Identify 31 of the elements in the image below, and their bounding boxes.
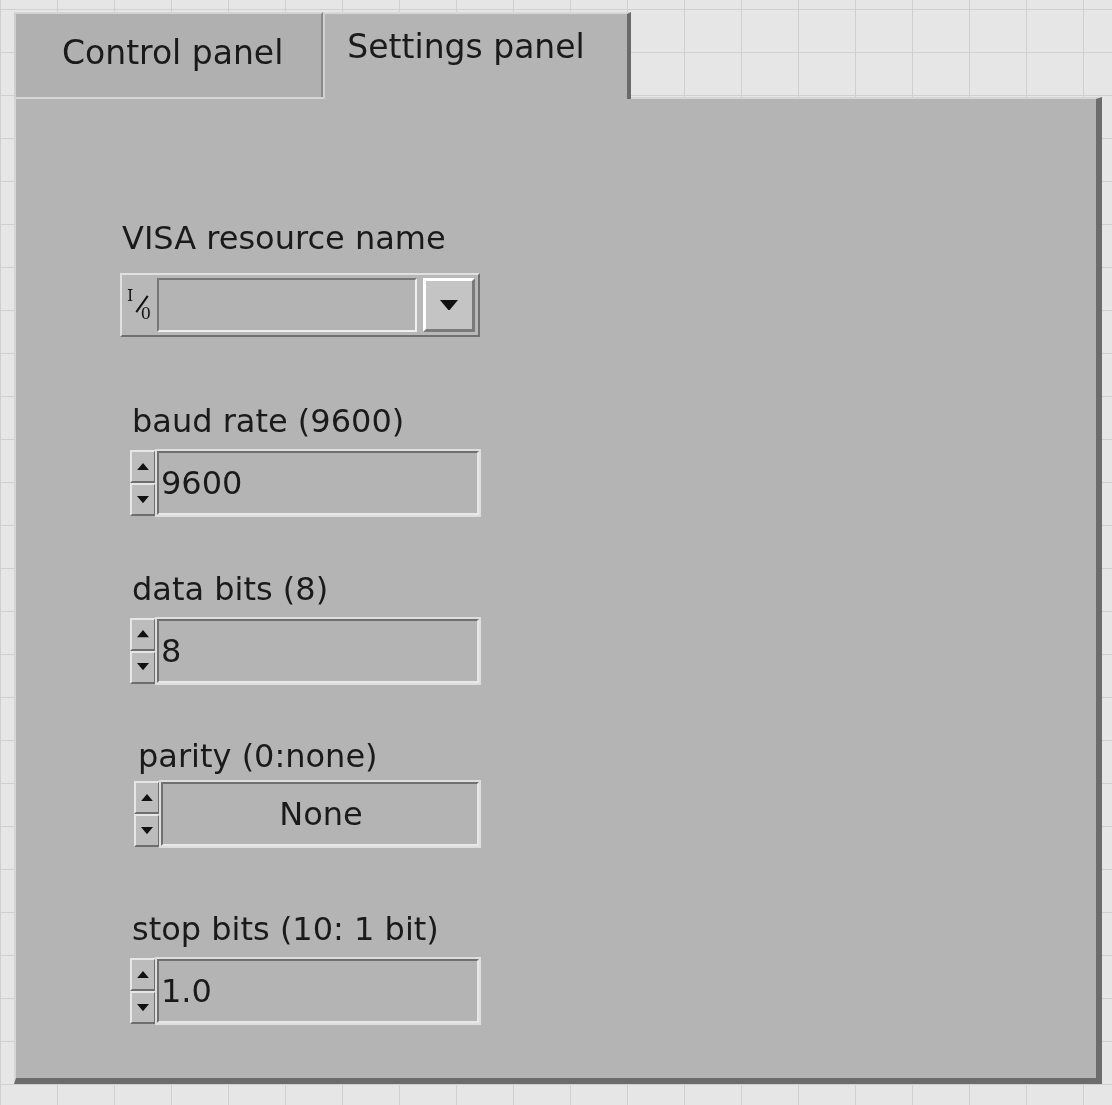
numeric-field[interactable]: 8 xyxy=(156,617,480,684)
control-label: data bits (8) xyxy=(132,569,330,608)
decrement-button[interactable] xyxy=(134,814,160,848)
control-label: baud rate (9600) xyxy=(132,401,406,440)
tab[interactable]: Settings panel xyxy=(323,12,631,99)
down-arrow-icon xyxy=(137,1004,149,1012)
increment-button[interactable] xyxy=(130,449,156,483)
increment-button[interactable] xyxy=(134,781,160,815)
up-arrow-icon xyxy=(137,462,149,470)
decrement-button[interactable] xyxy=(130,482,156,516)
enum-field[interactable]: None xyxy=(160,781,480,848)
caret-icon xyxy=(440,299,458,311)
numeric-field[interactable]: 1.0 xyxy=(156,958,480,1025)
down-arrow-icon xyxy=(137,495,149,503)
up-arrow-icon xyxy=(137,971,149,979)
control-label: stop bits (10: 1 bit) xyxy=(132,910,440,949)
numeric-field[interactable]: 9600 xyxy=(156,449,480,516)
decrement-button[interactable] xyxy=(130,991,156,1025)
control-label: VISA resource name xyxy=(122,219,447,257)
dropdown-button[interactable] xyxy=(423,278,475,332)
increment-button[interactable] xyxy=(130,617,156,651)
control-label: parity (0:none) xyxy=(138,737,379,776)
up-arrow-icon xyxy=(137,630,149,638)
down-arrow-icon xyxy=(141,827,153,835)
resource-field[interactable] xyxy=(157,278,417,332)
resource-dropdown[interactable]: I 0 xyxy=(120,273,480,337)
down-arrow-icon xyxy=(137,663,149,671)
tab[interactable]: Control panel xyxy=(14,12,324,97)
decrement-button[interactable] xyxy=(130,650,156,684)
increment-button[interactable] xyxy=(130,958,156,992)
up-arrow-icon xyxy=(141,794,153,802)
